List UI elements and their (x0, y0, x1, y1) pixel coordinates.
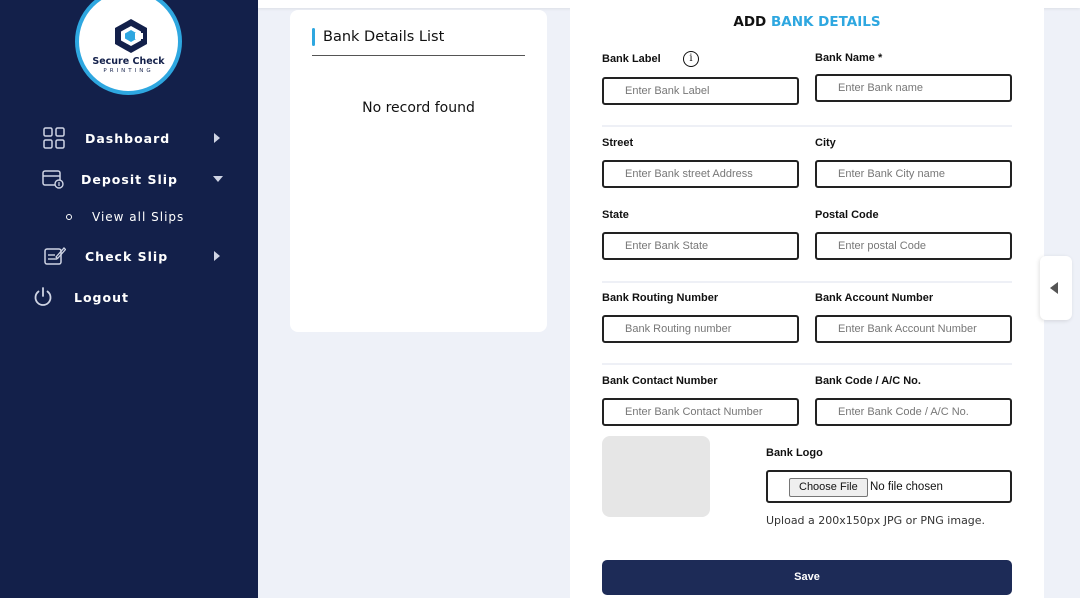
state-label: State (602, 209, 629, 221)
caret-left-icon (1050, 282, 1058, 294)
file-status-text: No file chosen (870, 481, 943, 493)
bank-label-input[interactable] (602, 77, 799, 105)
chevron-down-icon (213, 176, 223, 182)
bank-code-input[interactable] (815, 398, 1012, 426)
deposit-slip-icon (42, 170, 64, 189)
panel-toggle-tab[interactable] (1040, 256, 1072, 320)
info-icon[interactable]: i (683, 51, 699, 67)
contact-number-label: Bank Contact Number (602, 375, 718, 387)
city-label: City (815, 137, 836, 149)
bank-name-input[interactable] (815, 74, 1012, 102)
divider (312, 55, 525, 56)
divider (602, 125, 1012, 127)
bullet-icon (66, 214, 72, 220)
bank-details-list-panel: Bank Details List No record found (290, 10, 547, 332)
postal-code-label: Postal Code (815, 209, 879, 221)
empty-state-text: No record found (362, 100, 475, 116)
routing-number-label: Bank Routing Number (602, 292, 719, 304)
choose-file-button[interactable]: Choose File (789, 478, 868, 497)
bank-logo-file-input[interactable]: Choose File No file chosen (766, 470, 1012, 503)
sidebar-item-label: View all Slips (92, 210, 185, 224)
add-bank-details-form: ADD BANK DETAILS Bank Label i Bank Name … (570, 0, 1044, 598)
bank-logo-preview (602, 436, 710, 517)
bank-label-label: Bank Label (602, 53, 661, 65)
state-input[interactable] (602, 232, 799, 260)
postal-code-input[interactable] (815, 232, 1012, 260)
check-slip-icon (44, 247, 66, 265)
upload-hint: Upload a 200x150px JPG or PNG image. (766, 514, 986, 527)
secure-check-logo-icon (115, 19, 147, 53)
street-input[interactable] (602, 160, 799, 188)
account-number-input[interactable] (815, 315, 1012, 343)
sidebar-item-label: Dashboard (85, 131, 171, 146)
brand-logo[interactable]: Secure Check PRINTING (75, 0, 182, 95)
bank-logo-label: Bank Logo (766, 447, 823, 459)
brand-name: Secure Check (92, 56, 165, 67)
panel-title: Bank Details List (323, 29, 445, 45)
contact-number-input[interactable] (602, 398, 799, 426)
chevron-right-icon (214, 133, 220, 143)
sidebar-item-label: Deposit Slip (81, 172, 178, 187)
divider (602, 363, 1012, 365)
divider (602, 281, 1012, 283)
title-accent-bar (312, 28, 315, 46)
city-input[interactable] (815, 160, 1012, 188)
form-title-highlight: BANK DETAILS (770, 14, 881, 30)
sidebar-item-label: Logout (74, 290, 129, 305)
chevron-right-icon (214, 251, 220, 261)
account-number-label: Bank Account Number (815, 292, 934, 304)
form-title: ADD BANK DETAILS (570, 14, 1044, 30)
grid-icon (43, 127, 65, 149)
sidebar-item-label: Check Slip (85, 249, 169, 264)
save-button[interactable]: Save (602, 560, 1012, 595)
sidebar: Secure Check PRINTING Dashboard Deposit … (0, 0, 258, 598)
bank-name-label: Bank Name * (815, 52, 883, 64)
form-title-prefix: ADD (733, 14, 767, 30)
bank-code-label: Bank Code / A/C No. (815, 375, 921, 387)
routing-number-input[interactable] (602, 315, 799, 343)
brand-tagline: PRINTING (103, 68, 154, 74)
street-label: Street (602, 137, 634, 149)
power-icon (34, 287, 52, 306)
